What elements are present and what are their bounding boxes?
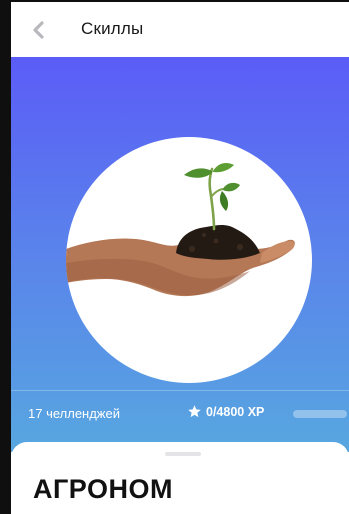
- xp-progress-bar: [293, 410, 347, 418]
- challenges-count: 17 челленджей: [28, 406, 120, 421]
- star-icon: [188, 405, 201, 418]
- skill-hero: 17 челленджей 0/4800 XP: [11, 57, 349, 452]
- hand-with-seedling-image: [66, 163, 295, 297]
- skill-stats: 17 челленджей 0/4800 XP: [11, 403, 349, 427]
- xp-indicator: 0/4800 XP: [187, 404, 264, 419]
- page-title: Скиллы: [81, 19, 144, 38]
- back-button[interactable]: [25, 16, 53, 44]
- sheet-drag-handle[interactable]: [165, 452, 201, 456]
- chevron-left-icon: [33, 21, 44, 39]
- skill-image-circle: [66, 137, 312, 383]
- top-bar: Скиллы: [11, 2, 349, 57]
- skill-detail-sheet[interactable]: АГРОНОМ: [11, 442, 349, 514]
- app-screen: Скиллы 17 челленджей 0/4800 XP АГРОНОМ: [11, 2, 349, 514]
- hero-divider: [11, 390, 349, 391]
- skill-name: АГРОНОМ: [33, 474, 173, 504]
- xp-value: 0/4800 XP: [206, 404, 265, 419]
